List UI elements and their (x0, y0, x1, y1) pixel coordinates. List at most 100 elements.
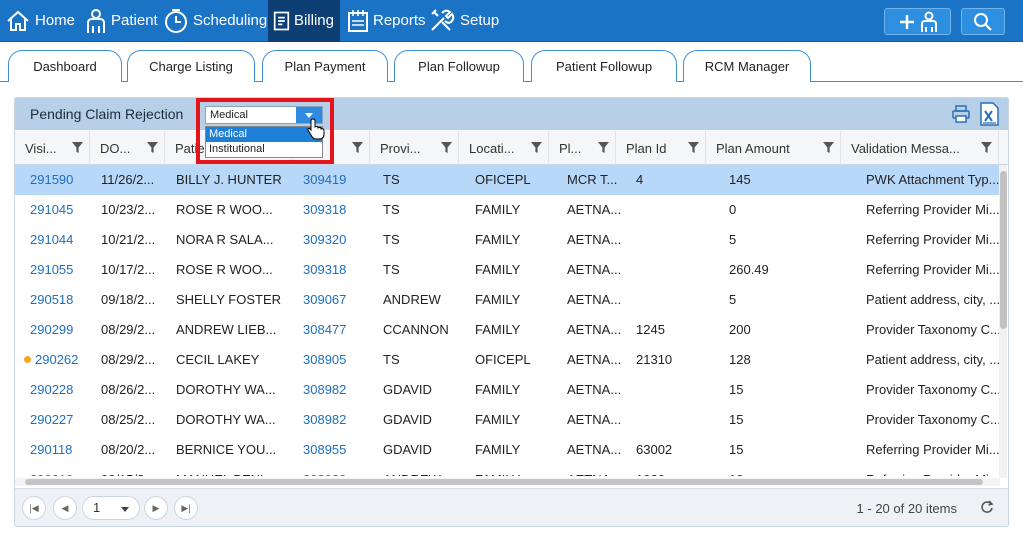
cell-claim[interactable]: 309320 (303, 225, 363, 255)
cell-claim[interactable]: 308920 (303, 465, 363, 476)
col-provider[interactable]: Provi... (370, 131, 459, 165)
cell-amount: 260.49 (729, 255, 839, 285)
col-validation-message[interactable]: Validation Messa... (841, 131, 999, 165)
option-institutional[interactable]: Institutional (206, 142, 322, 157)
tab-plan-followup[interactable]: Plan Followup (394, 50, 524, 82)
filter-icon[interactable] (352, 142, 363, 153)
table-row[interactable]: 290227 08/25/2... DOROTHY WA... 308982 GDAVI… (15, 405, 1000, 435)
filter-icon[interactable] (441, 142, 452, 153)
print-icon[interactable] (951, 104, 971, 124)
cell-claim[interactable]: 309067 (303, 285, 363, 315)
cell-text: Provider Taxonomy C... (866, 322, 999, 337)
tab-dashboard[interactable]: Dashboard (8, 50, 122, 82)
cell-visit[interactable]: 290299 (30, 315, 88, 345)
cell-text: Referring Provider Mi... (866, 442, 999, 457)
cell-text: 290118 (30, 442, 73, 457)
cell-text: BILLY J. HUNTER (176, 172, 282, 187)
table-row[interactable]: 291045 10/23/2... ROSE R WOO... 309318 TS FAM… (15, 195, 1000, 225)
cell-text: ANDREW (383, 292, 441, 307)
tab-rcm-manager[interactable]: RCM Manager (683, 50, 811, 82)
last-page-button[interactable]: ▶| (174, 496, 198, 520)
filter-icon[interactable] (72, 142, 83, 153)
cell-claim[interactable]: 309318 (303, 255, 363, 285)
nav-home[interactable]: Home (0, 0, 81, 42)
cell-visit[interactable]: 290118 (30, 435, 88, 465)
table-row[interactable]: 290019 08/15/2... MANUEL BENI... 308920 ANDR… (15, 465, 1000, 476)
excel-export-icon[interactable] (978, 102, 1000, 126)
nav-setup[interactable]: Setup (423, 0, 505, 42)
table-row[interactable]: 290299 08/29/2... ANDREW LIEB... 308477 CCAN… (15, 315, 1000, 345)
filter-icon[interactable] (688, 142, 699, 153)
cell-visit[interactable]: 290019 (30, 465, 88, 476)
table-row[interactable]: 291055 10/17/2... ROSE R WOO... 309318 TS FAM… (15, 255, 1000, 285)
table-row[interactable]: 291044 10/21/2... NORA R SALA... 309320 TS FA… (15, 225, 1000, 255)
col-plan-amount[interactable]: Plan Amount (706, 131, 841, 165)
col-dos[interactable]: DO... (90, 131, 165, 165)
cell-visit[interactable]: 291055 (30, 255, 88, 285)
cell-claim[interactable]: 308955 (303, 435, 363, 465)
cell-text: 290262 (35, 352, 79, 367)
cell-message: Referring Provider Mi... (866, 465, 999, 476)
cell-text: 308920 (303, 472, 346, 476)
cell-claim[interactable]: 309419 (303, 165, 363, 195)
cell-text: 291590 (30, 172, 74, 187)
nav-scheduling[interactable]: Scheduling (158, 0, 273, 42)
cell-patient: NORA R SALA... (176, 225, 288, 255)
option-medical[interactable]: Medical (206, 127, 322, 142)
nav-patient[interactable]: Patient (80, 0, 164, 42)
cell-visit[interactable]: 290227 (30, 405, 88, 435)
cell-visit[interactable]: 291590 (30, 165, 88, 195)
cell-provider: ANDREW (383, 285, 457, 315)
tab-patient-followup[interactable]: Patient Followup (531, 50, 677, 82)
cell-visit[interactable]: 290262 (24, 345, 82, 375)
cell-claim[interactable]: 308982 (303, 375, 363, 405)
search-button[interactable] (961, 8, 1005, 35)
cell-message: Referring Provider Mi... (866, 195, 999, 225)
first-page-button[interactable]: |◀ (22, 496, 46, 520)
cell-claim[interactable]: 308982 (303, 405, 363, 435)
cell-text: GDAVID (383, 442, 432, 457)
cell-claim[interactable]: 308477 (303, 315, 363, 345)
cell-patient: BERNICE YOU... (176, 435, 288, 465)
cell-text: 08/29/2... (101, 322, 156, 337)
table-row[interactable]: 290228 08/26/2... DOROTHY WA... 308982 GDAVI… (15, 375, 1000, 405)
tab-charge-listing[interactable]: Charge Listing (127, 50, 255, 82)
filter-icon[interactable] (531, 142, 542, 153)
col-plan[interactable]: Pl... (549, 131, 616, 165)
cell-provider: GDAVID (383, 435, 457, 465)
col-visit[interactable]: Visi... (15, 131, 90, 165)
col-location-label: Locati... (469, 140, 515, 156)
filter-icon[interactable] (598, 142, 609, 153)
vertical-scrollbar-thumb[interactable] (1000, 171, 1007, 329)
page-select[interactable]: 1 (82, 496, 140, 520)
table-row[interactable]: 291590 11/26/2... BILLY J. HUNTER 309419 TS O… (15, 165, 1000, 195)
filter-icon[interactable] (147, 142, 158, 153)
col-plan-id[interactable]: Plan Id (616, 131, 706, 165)
col-location[interactable]: Locati... (459, 131, 549, 165)
cell-claim[interactable]: 308905 (303, 345, 363, 375)
cell-claim[interactable]: 309318 (303, 195, 363, 225)
filter-icon[interactable] (981, 142, 992, 153)
cell-visit[interactable]: 291044 (30, 225, 88, 255)
next-page-button[interactable]: ▶ (144, 496, 168, 520)
claim-type-combobox[interactable]: Medical (205, 106, 323, 124)
cell-visit[interactable]: 291045 (30, 195, 88, 225)
refresh-icon[interactable] (980, 500, 994, 514)
cell-text: 21310 (636, 352, 673, 367)
horizontal-scrollbar-thumb[interactable] (25, 479, 983, 485)
cell-visit[interactable]: 290228 (30, 375, 88, 405)
tab-plan-payment[interactable]: Plan Payment (262, 50, 388, 82)
filter-icon[interactable] (823, 142, 834, 153)
nav-billing[interactable]: Billing (268, 0, 340, 42)
cell-visit[interactable]: 290518 (30, 285, 88, 315)
prev-page-button[interactable]: ◀ (53, 496, 77, 520)
table-row[interactable]: 290262 08/29/2... CECIL LAKEY 308905 TS OFICE… (15, 345, 1000, 375)
add-patient-button[interactable] (884, 8, 951, 35)
table-row[interactable]: 290118 08/20/2... BERNICE YOU... 308955 GDAV… (15, 435, 1000, 465)
nav-reports[interactable]: Reports (342, 0, 432, 42)
cell-text: 308955 (303, 442, 347, 457)
claim-type-value: Medical (210, 109, 248, 121)
table-row[interactable]: 290518 09/18/2... SHELLY FOSTER 309067 ANDRE… (15, 285, 1000, 315)
cell-plan-id: 1920 (636, 465, 704, 476)
cell-dos: 10/17/2... (101, 255, 163, 285)
